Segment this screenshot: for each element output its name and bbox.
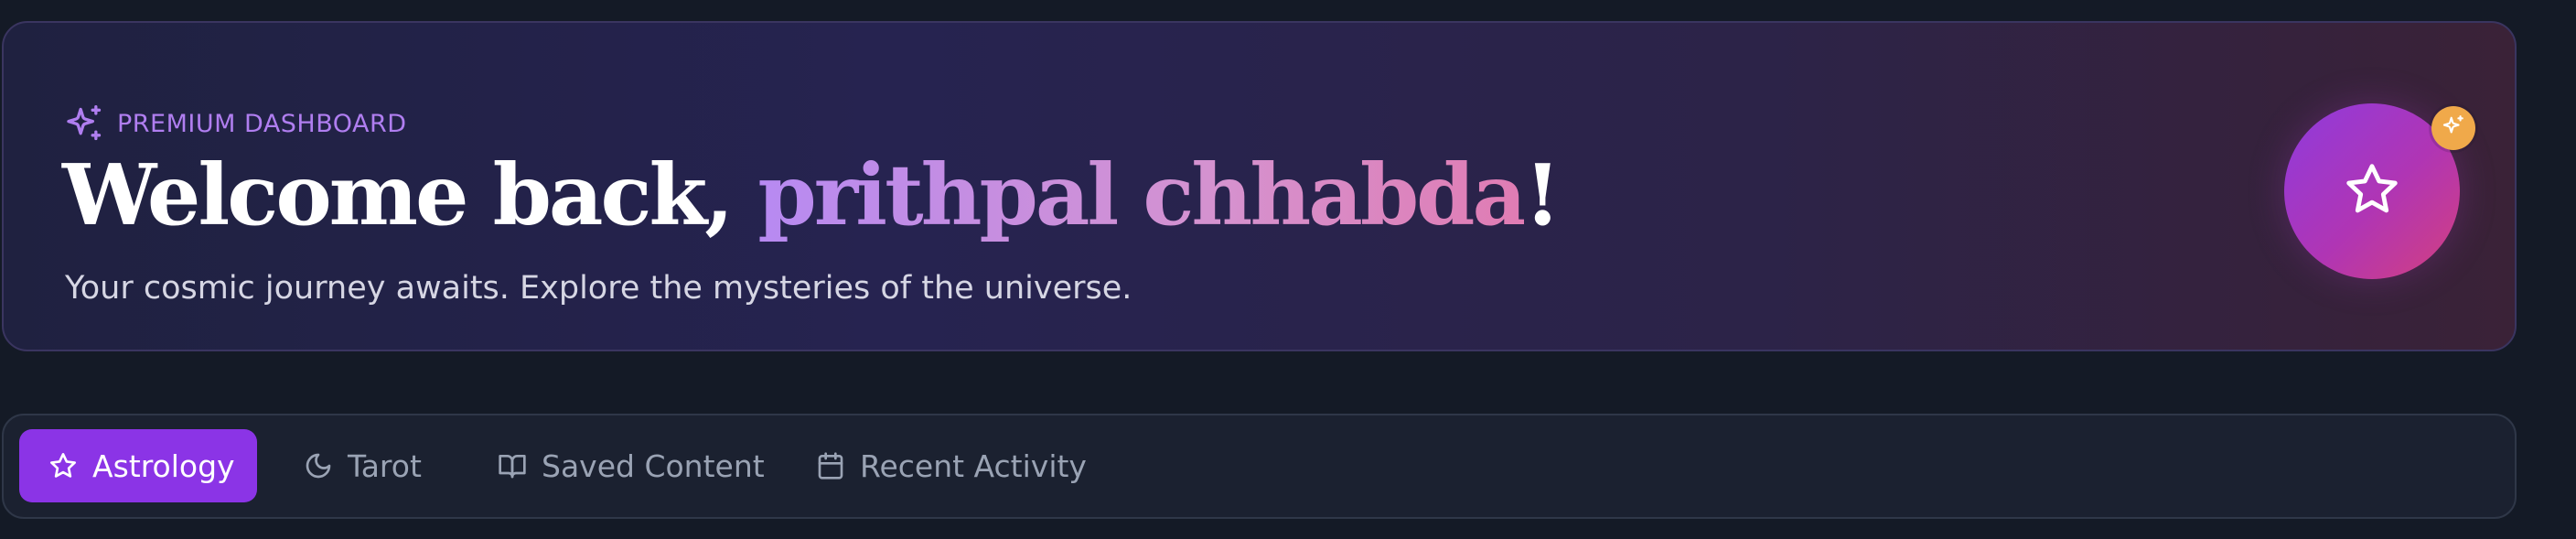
sparkles-icon: [2442, 114, 2465, 142]
dashboard-tabs: Astrology Tarot Saved Content Recent Act…: [2, 414, 2517, 519]
tab-label: Saved Content: [542, 447, 765, 484]
eyebrow-text: PREMIUM DASHBOARD: [117, 109, 407, 138]
tab-label: Recent Activity: [860, 447, 1087, 484]
welcome-subtitle: Your cosmic journey awaits. Explore the …: [65, 270, 1132, 307]
sparkles-icon: [64, 103, 104, 144]
page-title: Welcome back, prithpal chhabda!: [62, 146, 1562, 244]
book-open-icon: [498, 451, 527, 480]
calendar-icon: [816, 451, 845, 480]
welcome-banner: PREMIUM DASHBOARD Welcome back, prithpal…: [2, 21, 2517, 351]
title-greeting: Welcome back,: [62, 146, 758, 244]
moon-icon: [304, 451, 333, 480]
star-icon: [2343, 160, 2401, 222]
tab-label: Tarot: [348, 447, 422, 484]
premium-label: PREMIUM DASHBOARD: [64, 103, 407, 144]
tab-tarot[interactable]: Tarot: [278, 429, 452, 502]
title-exclamation: !: [1524, 146, 1561, 244]
tab-astrology[interactable]: Astrology: [19, 429, 257, 502]
premium-badge: [2431, 106, 2475, 150]
star-icon: [48, 451, 78, 480]
tab-saved-content[interactable]: Saved Content: [472, 429, 774, 502]
tab-label: Astrology: [92, 447, 235, 484]
user-name: prithpal chhabda: [757, 146, 1527, 244]
tab-recent-activity[interactable]: Recent Activity: [790, 429, 1120, 502]
